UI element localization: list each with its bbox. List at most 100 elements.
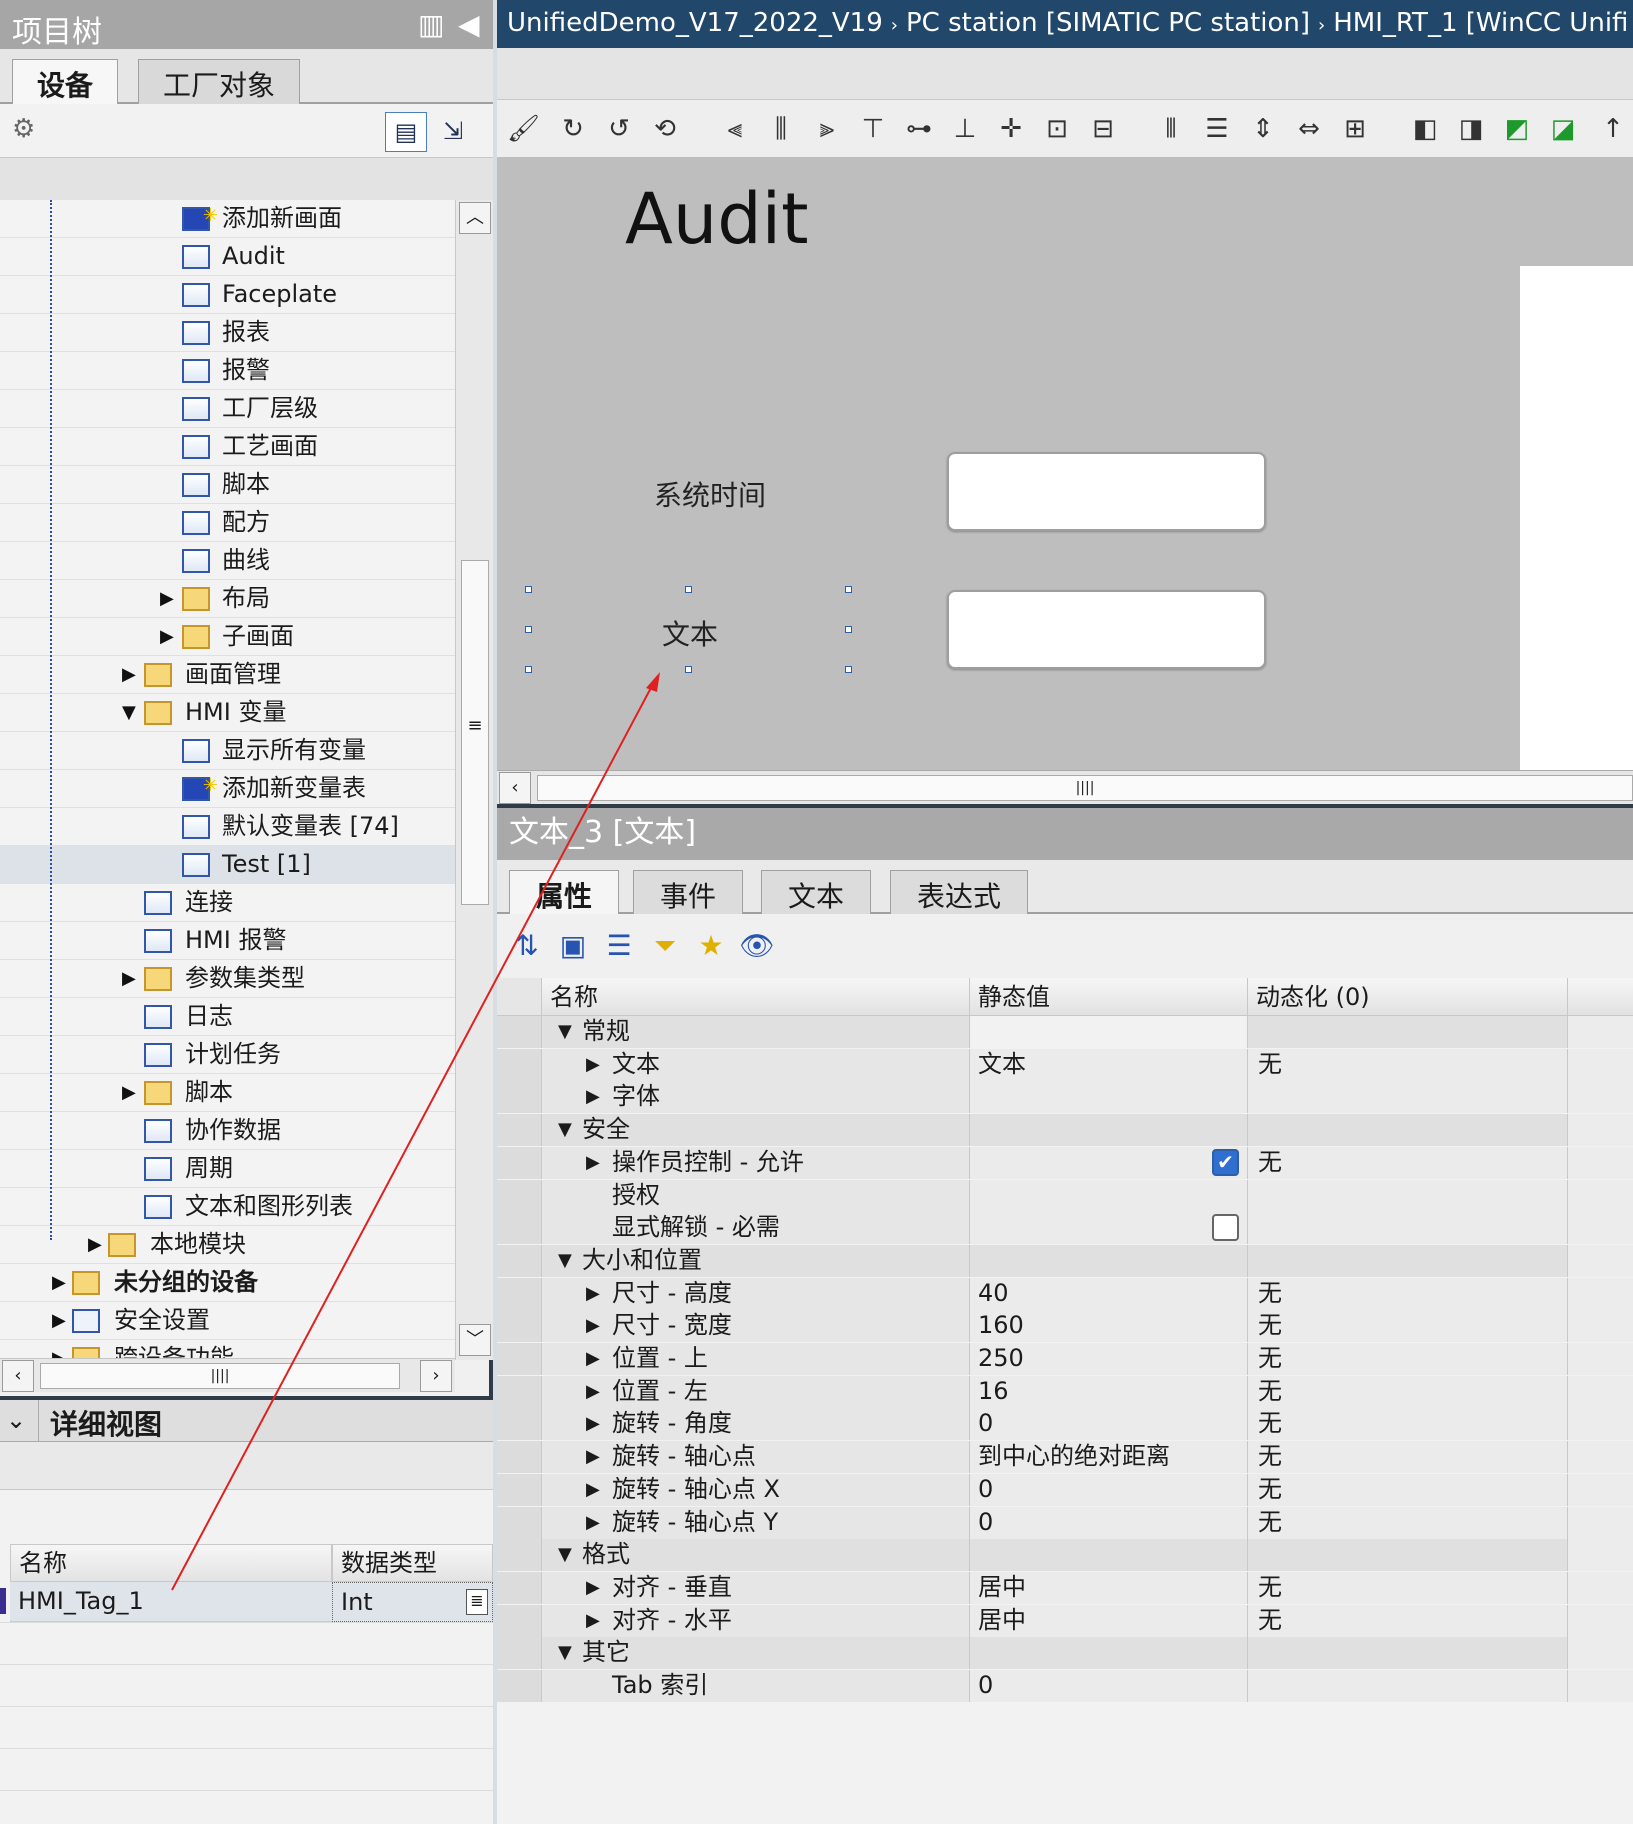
- bring-to-front-icon[interactable]: ◧: [1409, 112, 1441, 146]
- property-row[interactable]: ▶ 对齐 - 垂直 居中 无: [497, 1571, 1633, 1604]
- list-icon[interactable]: ☰: [601, 928, 637, 964]
- list-view-icon[interactable]: ▤: [385, 112, 427, 152]
- property-dynamization[interactable]: [1248, 1670, 1568, 1702]
- tree-item[interactable]: 添加新变量表: [0, 767, 455, 808]
- property-static-value[interactable]: 40: [970, 1277, 1248, 1310]
- scroll-up-icon[interactable]: ︿: [459, 202, 491, 234]
- screen-canvas[interactable]: Audit 系统时间 文本: [497, 158, 1633, 770]
- property-row[interactable]: ▶ 尺寸 - 宽度 160 无: [497, 1310, 1633, 1343]
- property-static-value[interactable]: [970, 1114, 1248, 1147]
- detail-row-type[interactable]: Int ≣: [332, 1582, 493, 1622]
- selection-handle[interactable]: [845, 586, 852, 593]
- property-row[interactable]: ▶ 旋转 - 轴心点 到中心的绝对距离 无: [497, 1441, 1633, 1474]
- property-group[interactable]: ▼ 其它: [497, 1637, 1633, 1670]
- align-right-icon[interactable]: ⫸: [811, 112, 843, 146]
- tree-item[interactable]: ▶ 本地模块: [0, 1226, 455, 1264]
- text-label-selected[interactable]: 文本: [662, 613, 718, 653]
- align-left-icon[interactable]: ⫷: [719, 112, 751, 146]
- property-static-value[interactable]: [970, 1244, 1248, 1277]
- property-static-value[interactable]: 0: [970, 1408, 1248, 1441]
- property-row[interactable]: 显式解锁 - 必需: [497, 1212, 1633, 1245]
- tree-item[interactable]: 脚本: [0, 466, 455, 504]
- tree-item[interactable]: Audit: [0, 238, 455, 276]
- split-view-icon[interactable]: ▥: [418, 8, 444, 41]
- property-group[interactable]: ▼ 安全: [497, 1114, 1633, 1147]
- breadcrumb-station[interactable]: PC station [SIMATIC PC station]: [906, 8, 1310, 38]
- favorite-star-icon[interactable]: ★: [693, 928, 729, 964]
- property-row[interactable]: ▶ 字体: [497, 1081, 1633, 1114]
- tree-item[interactable]: 连接: [0, 884, 455, 922]
- align-center-icon[interactable]: ⫼: [765, 112, 797, 146]
- rotate-left-icon[interactable]: ↺: [603, 112, 635, 146]
- scroll-thumb-horizontal[interactable]: ||||: [40, 1363, 400, 1389]
- property-static-value[interactable]: [970, 1081, 1248, 1114]
- property-static-value[interactable]: [970, 1179, 1248, 1212]
- filter-icon[interactable]: ⏷: [647, 928, 683, 964]
- send-to-back-icon[interactable]: ◨: [1455, 112, 1487, 146]
- property-static-value[interactable]: ✔: [970, 1146, 1248, 1179]
- scroll-thumb[interactable]: ≡: [461, 560, 489, 905]
- expand-arrow-down-icon[interactable]: ▼: [558, 1114, 572, 1145]
- tab-expressions[interactable]: 表达式: [890, 870, 1029, 916]
- property-group[interactable]: ▼ 常规: [497, 1016, 1633, 1048]
- system-time-label[interactable]: 系统时间: [654, 474, 766, 514]
- property-dynamization[interactable]: [1248, 1212, 1568, 1245]
- tree-item[interactable]: 添加新画面: [0, 200, 455, 238]
- detail-col-name[interactable]: 名称: [10, 1544, 332, 1582]
- tree-vertical-scrollbar[interactable]: ︿ ≡ ﹀: [455, 200, 493, 1360]
- property-dynamization[interactable]: 无: [1248, 1441, 1568, 1474]
- expand-arrow-right-icon[interactable]: ▶: [586, 1278, 600, 1309]
- same-size-icon[interactable]: ⊞: [1339, 112, 1371, 146]
- list-button-icon[interactable]: ≣: [466, 1589, 488, 1615]
- property-dynamization[interactable]: [1248, 1244, 1568, 1277]
- layer-up-icon[interactable]: ↑: [1597, 112, 1629, 146]
- tree-item[interactable]: 文本和图形列表: [0, 1188, 455, 1226]
- property-dynamization[interactable]: [1248, 1114, 1568, 1147]
- tree-item[interactable]: ▶ 子画面: [0, 618, 455, 656]
- scroll-left-icon[interactable]: ‹: [499, 772, 531, 804]
- property-static-value[interactable]: 250: [970, 1343, 1248, 1375]
- breadcrumb-hmi[interactable]: HMI_RT_1 [WinCC Unifi: [1333, 8, 1628, 38]
- tree-item[interactable]: ▶ 未分组的设备: [0, 1264, 455, 1302]
- selection-handle[interactable]: [685, 666, 692, 673]
- property-dynamization[interactable]: 无: [1248, 1408, 1568, 1441]
- system-time-io-field[interactable]: [947, 452, 1266, 531]
- tree-item[interactable]: ▶ 跨设备功能: [0, 1340, 455, 1360]
- property-row[interactable]: ▶ 旋转 - 轴心点 X 0 无: [497, 1473, 1633, 1506]
- property-dynamization[interactable]: [1248, 1081, 1568, 1114]
- expand-arrow-right-icon[interactable]: ▶: [586, 1441, 600, 1472]
- align-top-icon[interactable]: ⊤: [857, 112, 889, 146]
- property-row[interactable]: ▶ 旋转 - 轴心点 Y 0 无: [497, 1506, 1633, 1539]
- sort-az-icon[interactable]: ⇅: [509, 928, 545, 964]
- property-row[interactable]: ▶ 位置 - 上 250 无: [497, 1343, 1633, 1375]
- property-dynamization[interactable]: 无: [1248, 1343, 1568, 1375]
- property-static-value[interactable]: 到中心的绝对距离: [970, 1441, 1248, 1474]
- expand-arrow-right-icon[interactable]: ▶: [122, 960, 136, 997]
- tree-item[interactable]: 曲线: [0, 542, 455, 580]
- property-row[interactable]: 授权: [497, 1179, 1633, 1212]
- tree-item[interactable]: ▶ 脚本: [0, 1074, 455, 1112]
- send-backward-icon[interactable]: ◪: [1547, 112, 1579, 146]
- property-dynamization[interactable]: 无: [1248, 1571, 1568, 1604]
- expand-arrow-right-icon[interactable]: ▶: [160, 618, 174, 655]
- screen-white-area[interactable]: [1520, 266, 1633, 770]
- property-static-value[interactable]: 居中: [970, 1604, 1248, 1637]
- property-dynamization[interactable]: [1248, 1016, 1568, 1048]
- col-static-value[interactable]: 静态值: [970, 978, 1248, 1016]
- expand-arrow-right-icon[interactable]: ▶: [586, 1507, 600, 1538]
- expand-arrow-right-icon[interactable]: ▶: [52, 1340, 66, 1360]
- tab-texts[interactable]: 文本: [761, 870, 872, 916]
- group-icon[interactable]: ▣: [555, 928, 591, 964]
- property-dynamization[interactable]: 无: [1248, 1277, 1568, 1310]
- chevron-down-icon[interactable]: ⌄: [6, 1406, 26, 1434]
- tab-devices[interactable]: 设备: [12, 59, 119, 107]
- property-dynamization[interactable]: 无: [1248, 1506, 1568, 1539]
- tree-item[interactable]: 显示所有变量: [0, 732, 455, 770]
- selection-handle[interactable]: [685, 586, 692, 593]
- property-dynamization[interactable]: [1248, 1539, 1568, 1572]
- detail-view-header[interactable]: ⌄ 详细视图: [0, 1396, 493, 1446]
- property-static-value[interactable]: 居中: [970, 1571, 1248, 1604]
- distribute-vertical-icon[interactable]: ☰: [1201, 112, 1233, 146]
- tree-item[interactable]: 默认变量表 [74]: [0, 808, 455, 846]
- col-dynamization[interactable]: 动态化 (0): [1248, 978, 1568, 1016]
